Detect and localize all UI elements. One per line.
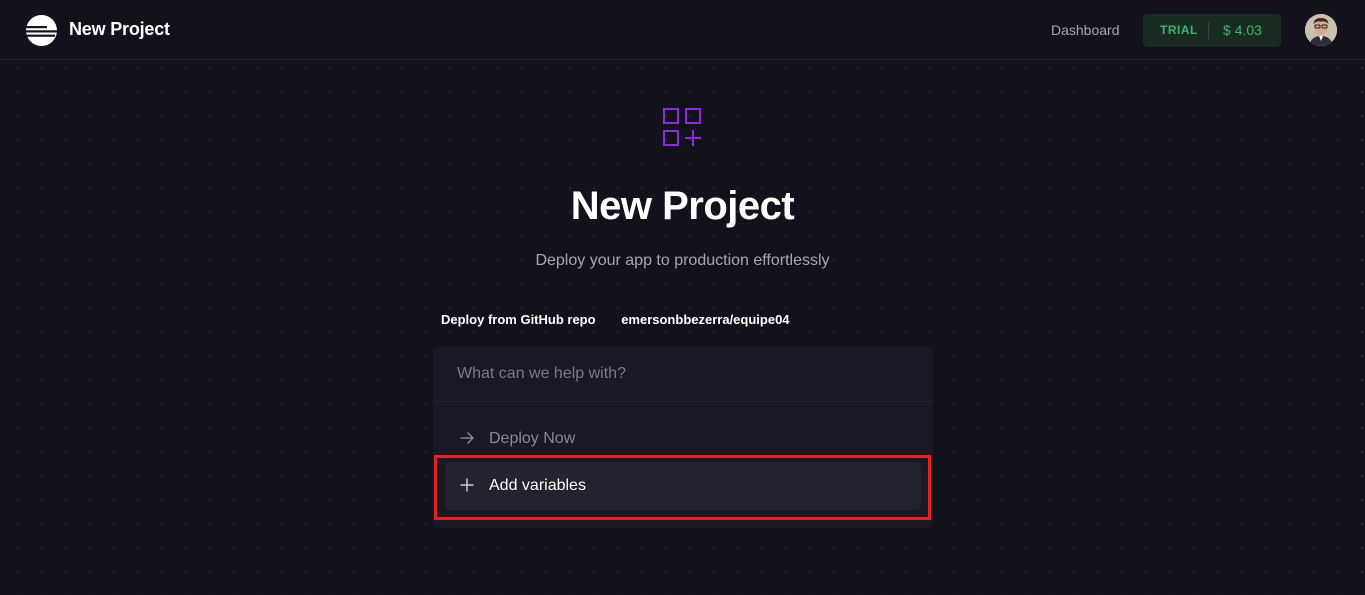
- deploy-now-option[interactable]: Deploy Now: [445, 415, 921, 463]
- command-panel: Deploy Now Add variables: [433, 346, 933, 528]
- railway-logo-icon[interactable]: [25, 14, 58, 47]
- trial-divider: [1208, 22, 1209, 39]
- page-title: New Project: [570, 184, 795, 228]
- trial-credit-amount: $ 4.03: [1223, 22, 1262, 38]
- search-input[interactable]: [433, 346, 933, 402]
- avatar-image-icon: [1305, 14, 1337, 46]
- plus-icon: [460, 478, 474, 492]
- arrow-right-icon: [460, 432, 474, 444]
- new-project-grid-icon: [663, 108, 701, 146]
- breadcrumb-repo[interactable]: emersonbbezerra/equipe04: [621, 312, 789, 327]
- dashboard-link[interactable]: Dashboard: [1051, 22, 1120, 38]
- top-bar: New Project Dashboard TRIAL $ 4.03: [0, 0, 1365, 60]
- trial-badge[interactable]: TRIAL $ 4.03: [1143, 14, 1281, 47]
- page-subtitle: Deploy your app to production effortless…: [535, 252, 830, 269]
- deploy-now-label: Deploy Now: [489, 430, 576, 447]
- add-variables-option[interactable]: Add variables: [445, 462, 921, 510]
- add-variables-label: Add variables: [489, 477, 586, 494]
- app-title: New Project: [69, 19, 170, 39]
- breadcrumb: Deploy from GitHub repo emersonbbezerra/…: [441, 312, 790, 327]
- breadcrumb-source[interactable]: Deploy from GitHub repo: [441, 312, 596, 327]
- user-avatar[interactable]: [1305, 14, 1337, 46]
- trial-label: TRIAL: [1160, 23, 1198, 37]
